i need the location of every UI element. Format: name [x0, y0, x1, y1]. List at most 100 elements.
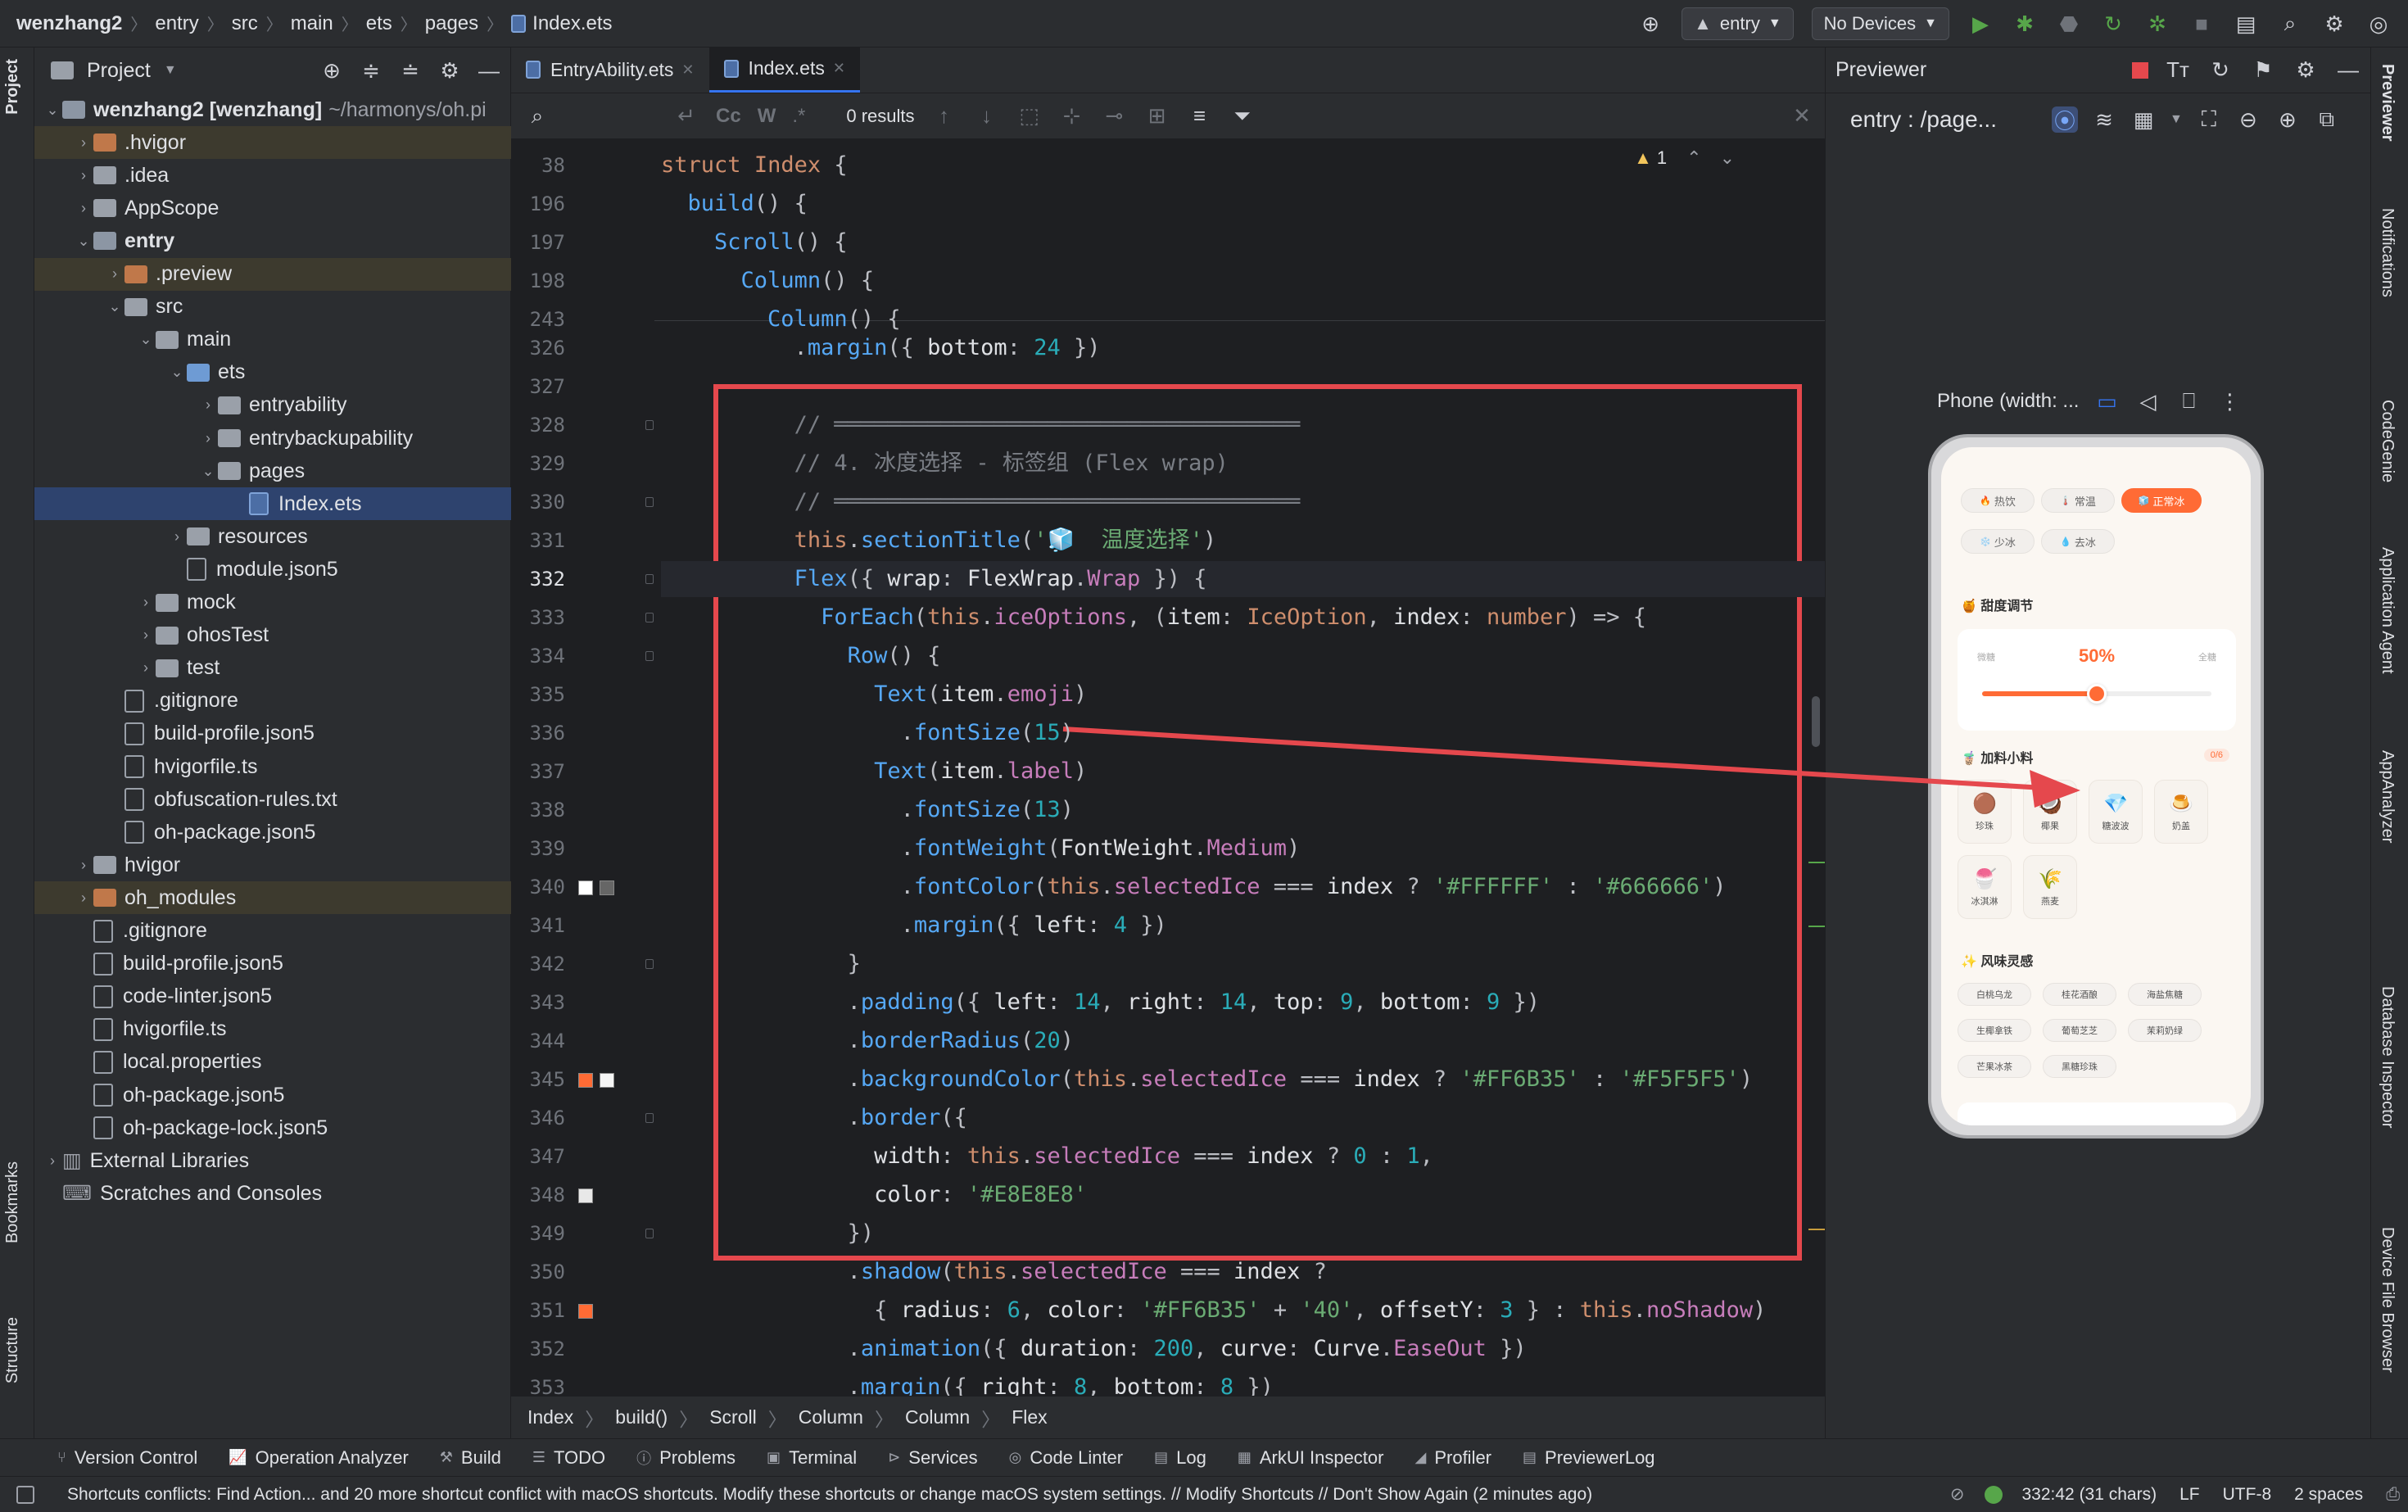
- expand-all-icon[interactable]: ≑: [358, 57, 384, 84]
- structure-breadcrumb-item[interactable]: Scroll: [709, 1406, 757, 1428]
- layers-icon[interactable]: ≋: [2091, 106, 2117, 133]
- topping-card[interactable]: 🍮 奶盖: [2154, 780, 2208, 844]
- tool-window-button[interactable]: ☰ TODO: [532, 1447, 605, 1469]
- chevron-down-icon[interactable]: ⌄: [136, 331, 156, 348]
- profile-icon[interactable]: ✲: [2144, 11, 2170, 37]
- tree-item[interactable]: › entrybackupability: [34, 422, 511, 455]
- right-tool-button[interactable]: AppAnalyzer: [2378, 750, 2397, 843]
- more-icon[interactable]: ⋮: [2216, 388, 2243, 414]
- line-separator[interactable]: LF: [2179, 1485, 2200, 1505]
- close-icon[interactable]: ✕: [681, 61, 694, 79]
- fold-marker-icon[interactable]: [645, 1229, 654, 1238]
- tool-window-button[interactable]: ⚒ Build: [440, 1447, 501, 1469]
- page-select[interactable]: entry : /page...: [1850, 106, 2039, 133]
- tool-window-button[interactable]: ◢ Profiler: [1414, 1447, 1491, 1469]
- flavor-tag[interactable]: 生椰拿铁: [1958, 1019, 2031, 1042]
- chevron-right-icon[interactable]: ›: [74, 890, 93, 907]
- tree-item[interactable]: ⌄ wenzhang2 [wenzhang] ~/harmonys/oh.pi: [34, 93, 511, 126]
- tree-item[interactable]: ⌄ entry: [34, 224, 511, 257]
- device-manager-icon[interactable]: ◎: [2365, 11, 2392, 37]
- right-tool-button[interactable]: Database Inspector: [2378, 986, 2397, 1128]
- code-editor[interactable]: struct Index { build() { Scroll() { Colu…: [654, 139, 1825, 1396]
- flavor-tag[interactable]: 茉莉奶绿: [2128, 1019, 2202, 1042]
- filter-options-icon[interactable]: ≡: [1187, 103, 1213, 129]
- search-icon[interactable]: ⌕: [524, 103, 550, 129]
- tree-item[interactable]: › .hvigor: [34, 126, 511, 160]
- tree-item[interactable]: local.properties: [34, 1046, 511, 1079]
- fold-icon[interactable]: ⎕: [2175, 388, 2202, 414]
- locate-icon[interactable]: ⊕: [319, 57, 345, 84]
- tree-item[interactable]: .gitignore: [34, 915, 511, 948]
- tree-item[interactable]: oh-package.json5: [34, 1079, 511, 1111]
- scrollbar-thumb[interactable]: [1812, 696, 1820, 747]
- multi-device-icon[interactable]: ▭: [2093, 388, 2120, 414]
- gear-icon[interactable]: ⚙: [2293, 57, 2319, 84]
- close-icon[interactable]: ✕: [833, 60, 845, 77]
- project-structure-icon[interactable]: ▤: [2233, 11, 2259, 37]
- add-selection-icon[interactable]: ⊹: [1059, 103, 1085, 129]
- gear-icon[interactable]: ⚙: [2321, 11, 2347, 37]
- tree-item[interactable]: › ▥ External Libraries: [34, 1144, 511, 1177]
- rotate-icon[interactable]: ◁: [2134, 388, 2161, 414]
- chevron-right-icon[interactable]: ›: [74, 857, 93, 874]
- tree-item[interactable]: › hvigor: [34, 849, 511, 881]
- close-icon[interactable]: ✕: [1789, 103, 1815, 129]
- status-ok-icon[interactable]: [1984, 1485, 2003, 1504]
- flavor-tag[interactable]: 海盐焦糖: [2128, 983, 2202, 1006]
- fit-screen-icon[interactable]: ⛶: [2196, 106, 2222, 133]
- device-select[interactable]: No Devices ▼: [1811, 7, 1949, 40]
- chevron-right-icon[interactable]: ›: [136, 627, 156, 644]
- chevron-right-icon[interactable]: ›: [136, 659, 156, 677]
- phone-screen[interactable]: 🔥 热饮 🌡️ 常温 🧊 正常冰 ❄️ 少冰 💧 去冰 🍯 甜度调节 微糖 50% 全糖 🧋 加料…: [1941, 447, 2251, 1125]
- inspector-icon[interactable]: ⦿: [2052, 106, 2078, 134]
- tree-item[interactable]: › mock: [34, 586, 511, 619]
- indent-setting[interactable]: 2 spaces: [2294, 1485, 2363, 1505]
- structure-breadcrumb-item[interactable]: Column: [799, 1406, 863, 1428]
- tree-item[interactable]: code-linter.json5: [34, 980, 511, 1013]
- editor-tab[interactable]: Index.ets ✕: [708, 47, 860, 93]
- color-swatch[interactable]: [600, 1073, 614, 1088]
- flavor-tag[interactable]: 葡萄芝芝: [2043, 1019, 2116, 1042]
- run-config-select[interactable]: ▲ entry ▼: [1682, 7, 1794, 40]
- tree-item[interactable]: › oh_modules: [34, 881, 511, 915]
- fold-marker-icon[interactable]: [645, 420, 654, 430]
- structure-breadcrumb-item[interactable]: Index: [527, 1406, 573, 1428]
- fold-marker-icon[interactable]: [645, 613, 654, 622]
- tree-item[interactable]: › AppScope: [34, 192, 511, 224]
- refresh-icon[interactable]: ↻: [2207, 57, 2234, 84]
- fold-marker-icon[interactable]: [645, 651, 654, 661]
- hide-icon[interactable]: —: [476, 57, 502, 84]
- editor-tab[interactable]: EntryAbility.ets ✕: [511, 47, 709, 93]
- regex-toggle[interactable]: .*: [792, 105, 805, 128]
- tree-item[interactable]: build-profile.json5: [34, 948, 511, 980]
- caret-position[interactable]: 332:42 (31 chars): [2022, 1485, 2157, 1505]
- tree-item[interactable]: › entryability: [34, 389, 511, 422]
- tree-item[interactable]: › resources: [34, 520, 511, 553]
- ice-option-chip[interactable]: 🌡️ 常温: [2041, 488, 2115, 513]
- color-swatch[interactable]: [600, 880, 614, 895]
- zoom-in-icon[interactable]: ⊕: [2274, 106, 2301, 133]
- attach-debugger-icon[interactable]: ⬣: [2056, 11, 2082, 37]
- tree-item[interactable]: oh-package-lock.json5: [34, 1111, 511, 1144]
- color-swatch[interactable]: [578, 1073, 593, 1088]
- chevron-up-icon[interactable]: ⌃: [1686, 147, 1701, 169]
- match-case-toggle[interactable]: Cc: [716, 105, 741, 128]
- tool-window-button[interactable]: ▤ PreviewerLog: [1523, 1447, 1655, 1469]
- readonly-lock-icon[interactable]: ⎙: [2386, 1485, 2400, 1505]
- words-toggle[interactable]: W: [758, 105, 776, 128]
- tree-item[interactable]: › test: [34, 652, 511, 685]
- tool-window-button[interactable]: ▦ ArkUI Inspector: [1238, 1447, 1384, 1469]
- filter-icon[interactable]: ⏷: [1229, 103, 1256, 129]
- remove-selection-icon[interactable]: ⊸: [1102, 103, 1128, 129]
- chevron-right-icon[interactable]: ›: [74, 134, 93, 152]
- chevron-down-icon[interactable]: ▼: [2170, 112, 2183, 127]
- ice-option-chip[interactable]: 🧊 正常冰: [2121, 488, 2202, 513]
- sweetness-slider-thumb[interactable]: [2087, 684, 2107, 704]
- tree-item[interactable]: oh-package.json5: [34, 816, 511, 849]
- tool-window-button[interactable]: ◎ Code Linter: [1009, 1447, 1123, 1469]
- stop-preview-icon[interactable]: [2132, 61, 2148, 79]
- flavor-tag[interactable]: 桂花酒酿: [2043, 983, 2116, 1006]
- right-tool-button[interactable]: Application Agent: [2378, 547, 2397, 674]
- no-inspections-icon[interactable]: ⊘: [1950, 1484, 1965, 1505]
- tree-item[interactable]: ⌄ src: [34, 291, 511, 324]
